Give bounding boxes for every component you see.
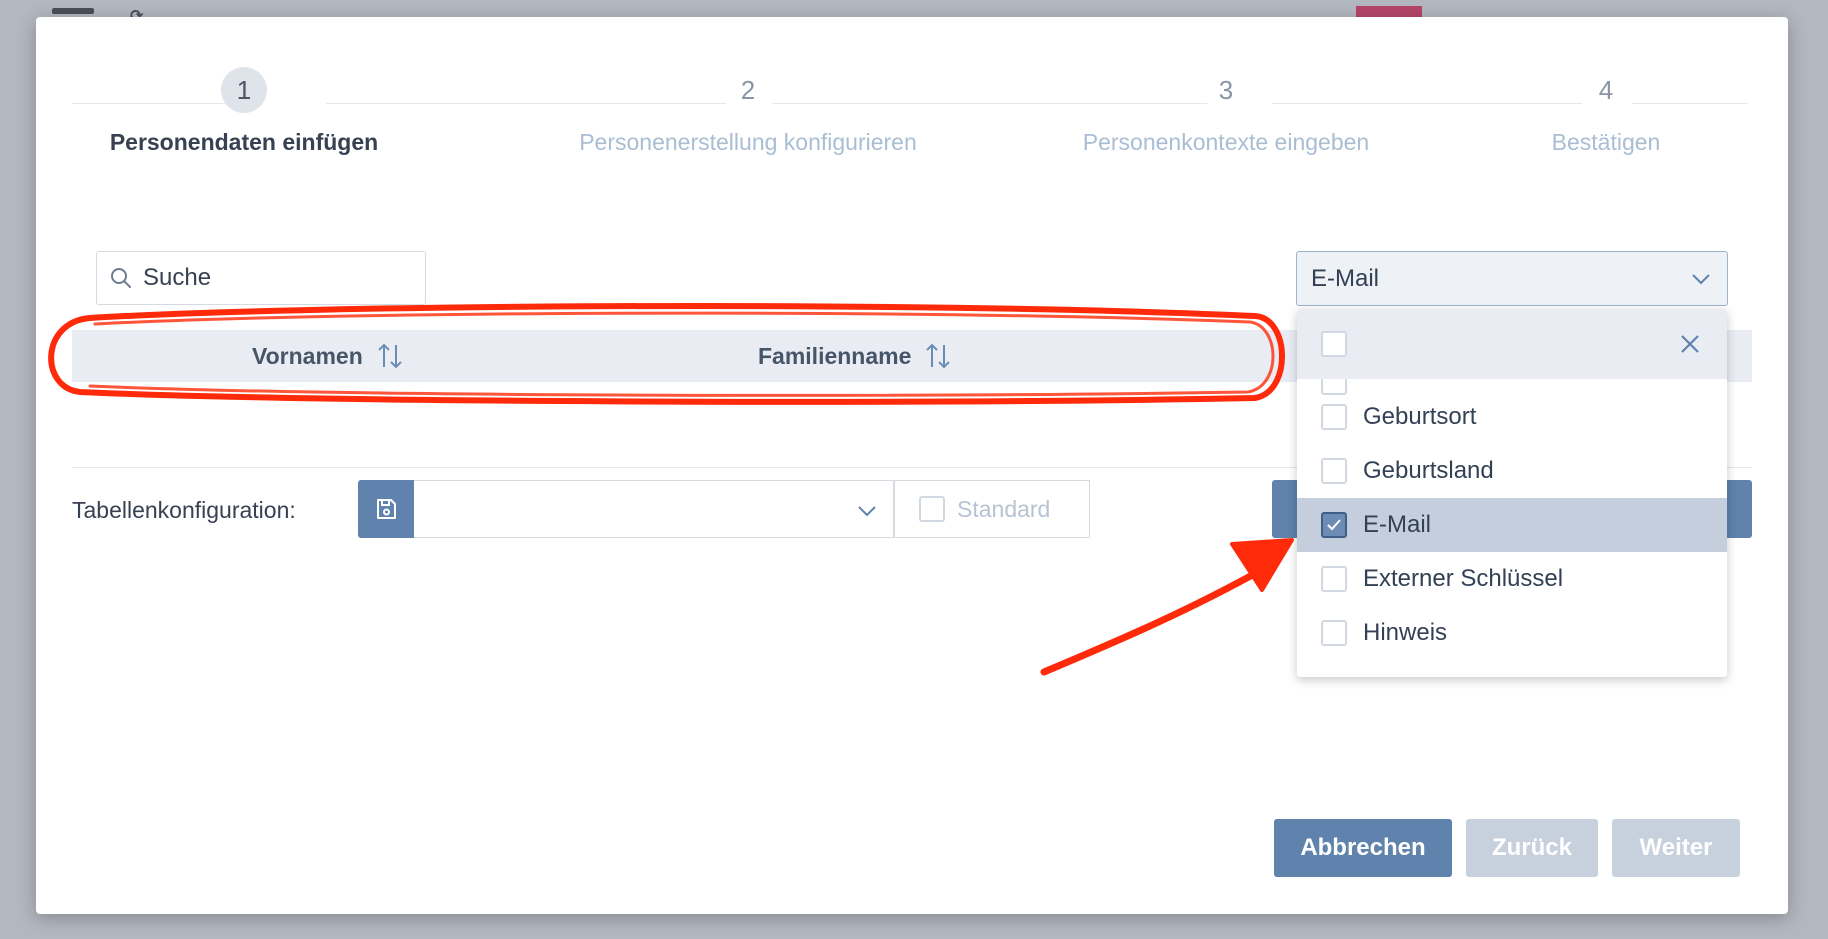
sort-icon[interactable]: [377, 342, 403, 370]
step-4: 4 Bestätigen: [1516, 67, 1696, 156]
option-label: Hinweis: [1363, 619, 1448, 646]
chevron-down-icon: [858, 506, 876, 517]
column-select-value: E-Mail: [1311, 264, 1380, 292]
checkbox-checked[interactable]: [1321, 512, 1347, 538]
option-label: Geburtsland: [1363, 457, 1494, 484]
dropdown-header: [1297, 309, 1727, 379]
dropdown-option-externer-schluessel[interactable]: Externer Schlüssel: [1297, 552, 1727, 606]
column-header-familienname[interactable]: Familienname: [758, 342, 951, 370]
menu-icon: [52, 8, 94, 14]
step-label: Bestätigen: [1551, 129, 1661, 155]
table-config-label: Tabellenkonfiguration:: [72, 497, 296, 523]
dropdown-option-geburtsort[interactable]: Geburtsort: [1297, 390, 1727, 444]
step-number: 1: [221, 67, 267, 113]
step-number: 2: [725, 67, 771, 113]
next-button[interactable]: Weiter: [1612, 819, 1740, 877]
dropdown-option-geburtsland[interactable]: Geburtsland: [1297, 444, 1727, 498]
standard-checkbox-field[interactable]: Standard: [894, 480, 1090, 538]
search-field[interactable]: [96, 251, 426, 305]
dropdown-option-hinweis[interactable]: Hinweis: [1297, 606, 1727, 660]
option-label: E-Mail: [1363, 511, 1432, 538]
standard-label: Standard: [957, 495, 1051, 522]
step-label: Personenerstellung konfigurieren: [579, 129, 917, 155]
select-all-checkbox[interactable]: [1321, 331, 1347, 357]
column-select[interactable]: E-Mail: [1296, 251, 1728, 306]
checkbox[interactable]: [1321, 620, 1347, 646]
option-label: Externer Schlüssel: [1363, 565, 1564, 592]
step-2: 2 Personenerstellung konfigurieren: [548, 67, 948, 156]
checkbox[interactable]: [1321, 566, 1347, 592]
step-1: 1 Personendaten einfügen: [109, 67, 379, 156]
stepper: 1 Personendaten einfügen 2 Personenerste…: [72, 67, 1788, 177]
option-label: Geburtsort: [1363, 403, 1477, 430]
dropdown-option-email[interactable]: E-Mail: [1297, 498, 1727, 552]
column-header-label: Vornamen: [252, 342, 363, 369]
save-icon: [377, 499, 396, 519]
back-button[interactable]: Zurück: [1466, 819, 1598, 877]
close-icon[interactable]: [1679, 333, 1701, 355]
import-dialog: 1 Personendaten einfügen 2 Personenerste…: [36, 17, 1788, 914]
column-header-label: Familienname: [758, 342, 912, 369]
table-config-select[interactable]: [414, 480, 894, 538]
step-3: 3 Personenkontexte eingeben: [1066, 67, 1386, 156]
step-number: 4: [1583, 67, 1629, 113]
column-dropdown: Geburtsort Geburtsland E-Mail Externer S…: [1297, 309, 1727, 677]
save-config-button[interactable]: [358, 480, 414, 538]
standard-checkbox[interactable]: [919, 496, 945, 522]
step-label: Personenkontexte eingeben: [1082, 129, 1370, 155]
chevron-down-icon: [1692, 273, 1710, 284]
cancel-button[interactable]: Abbrechen: [1274, 819, 1452, 877]
checkbox[interactable]: [1321, 404, 1347, 430]
column-header-vornamen[interactable]: Vornamen: [252, 342, 403, 370]
step-number: 3: [1203, 67, 1249, 113]
step-label: Personendaten einfügen: [109, 129, 379, 155]
search-input[interactable]: [141, 263, 405, 293]
search-icon: [111, 268, 131, 288]
checkbox[interactable]: [1321, 458, 1347, 484]
sort-icon[interactable]: [925, 342, 951, 370]
check-icon: [1327, 519, 1341, 531]
